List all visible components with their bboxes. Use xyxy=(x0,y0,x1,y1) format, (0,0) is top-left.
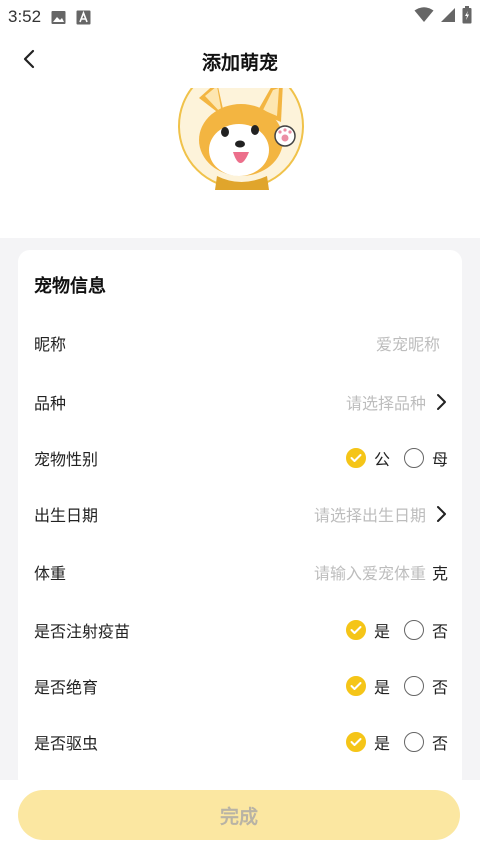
deworm-yes-radio[interactable]: 是 xyxy=(345,730,390,754)
birthdate-select[interactable]: 请选择出生日期 xyxy=(314,502,426,526)
neutered-no-label: 否 xyxy=(431,678,448,697)
back-button[interactable] xyxy=(16,48,42,74)
radio-empty-icon xyxy=(403,620,424,640)
bottom-bar: 完成 xyxy=(0,780,480,853)
nickname-label: 昵称 xyxy=(34,335,67,354)
deworm-row: 是否驱虫 是 否 xyxy=(34,727,448,757)
status-bar: 3:52 xyxy=(0,0,480,34)
deworm-yes-label: 是 xyxy=(373,734,390,753)
pet-info-card: 宠物信息 昵称 爱宠昵称 品种 请选择品种 宠物性别 公 母 出生日期 请选择出… xyxy=(18,250,462,790)
a-box-icon xyxy=(76,10,91,25)
radio-empty-icon xyxy=(403,676,424,696)
neutered-no-radio[interactable]: 否 xyxy=(403,674,448,698)
breed-select[interactable]: 请选择品种 xyxy=(346,390,426,414)
gender-female-radio[interactable]: 母 xyxy=(403,446,448,470)
neutered-row: 是否绝育 是 否 xyxy=(34,671,448,701)
status-right-icons xyxy=(414,6,472,28)
deworm-no-radio[interactable]: 否 xyxy=(403,730,448,754)
weight-label: 体重 xyxy=(34,564,67,583)
gender-male-label: 公 xyxy=(373,450,390,469)
battery-icon xyxy=(462,6,472,28)
vaccine-yes-label: 是 xyxy=(373,622,390,641)
image-icon xyxy=(51,10,66,25)
avatar-section xyxy=(0,88,480,238)
signal-icon xyxy=(440,7,456,27)
breed-row[interactable]: 品种 请选择品种 xyxy=(34,387,448,417)
gender-female-label: 母 xyxy=(431,450,448,469)
status-time: 3:52 xyxy=(8,7,42,26)
check-icon xyxy=(345,448,366,468)
nickname-row: 昵称 爱宠昵称 xyxy=(34,328,448,358)
done-button[interactable]: 完成 xyxy=(18,790,460,840)
corgi-avatar-image[interactable] xyxy=(177,88,305,190)
birthdate-row[interactable]: 出生日期 请选择出生日期 xyxy=(34,499,448,529)
nickname-input[interactable]: 爱宠昵称 xyxy=(376,331,440,355)
birthdate-label: 出生日期 xyxy=(34,506,99,525)
vaccine-no-radio[interactable]: 否 xyxy=(403,618,448,642)
breed-label: 品种 xyxy=(34,394,67,413)
vaccine-label: 是否注射疫苗 xyxy=(34,622,131,641)
gender-label: 宠物性别 xyxy=(34,450,99,469)
gender-male-radio[interactable]: 公 xyxy=(345,446,390,470)
check-icon xyxy=(345,620,366,640)
chevron-right-icon xyxy=(434,505,448,523)
weight-unit: 克 xyxy=(431,564,448,583)
wifi-icon xyxy=(414,7,434,27)
deworm-no-label: 否 xyxy=(431,734,448,753)
page-title: 添加萌宠 xyxy=(201,51,278,74)
vaccine-no-label: 否 xyxy=(431,622,448,641)
neutered-yes-radio[interactable]: 是 xyxy=(345,674,390,698)
header: 添加萌宠 xyxy=(0,34,480,88)
radio-empty-icon xyxy=(403,732,424,752)
gender-row: 宠物性别 公 母 xyxy=(34,443,448,473)
neutered-label: 是否绝育 xyxy=(34,678,99,697)
chevron-left-icon xyxy=(23,49,35,73)
vaccine-yes-radio[interactable]: 是 xyxy=(345,618,390,642)
radio-empty-icon xyxy=(403,448,424,468)
weight-row: 体重 请输入爱宠体重 克 xyxy=(34,557,448,587)
deworm-label: 是否驱虫 xyxy=(34,734,99,753)
check-icon xyxy=(345,732,366,752)
neutered-yes-label: 是 xyxy=(373,678,390,697)
card-title: 宠物信息 xyxy=(34,276,106,297)
weight-input[interactable]: 请输入爱宠体重 xyxy=(314,560,426,584)
chevron-right-icon xyxy=(434,393,448,411)
vaccine-row: 是否注射疫苗 是 否 xyxy=(34,615,448,645)
check-icon xyxy=(345,676,366,696)
